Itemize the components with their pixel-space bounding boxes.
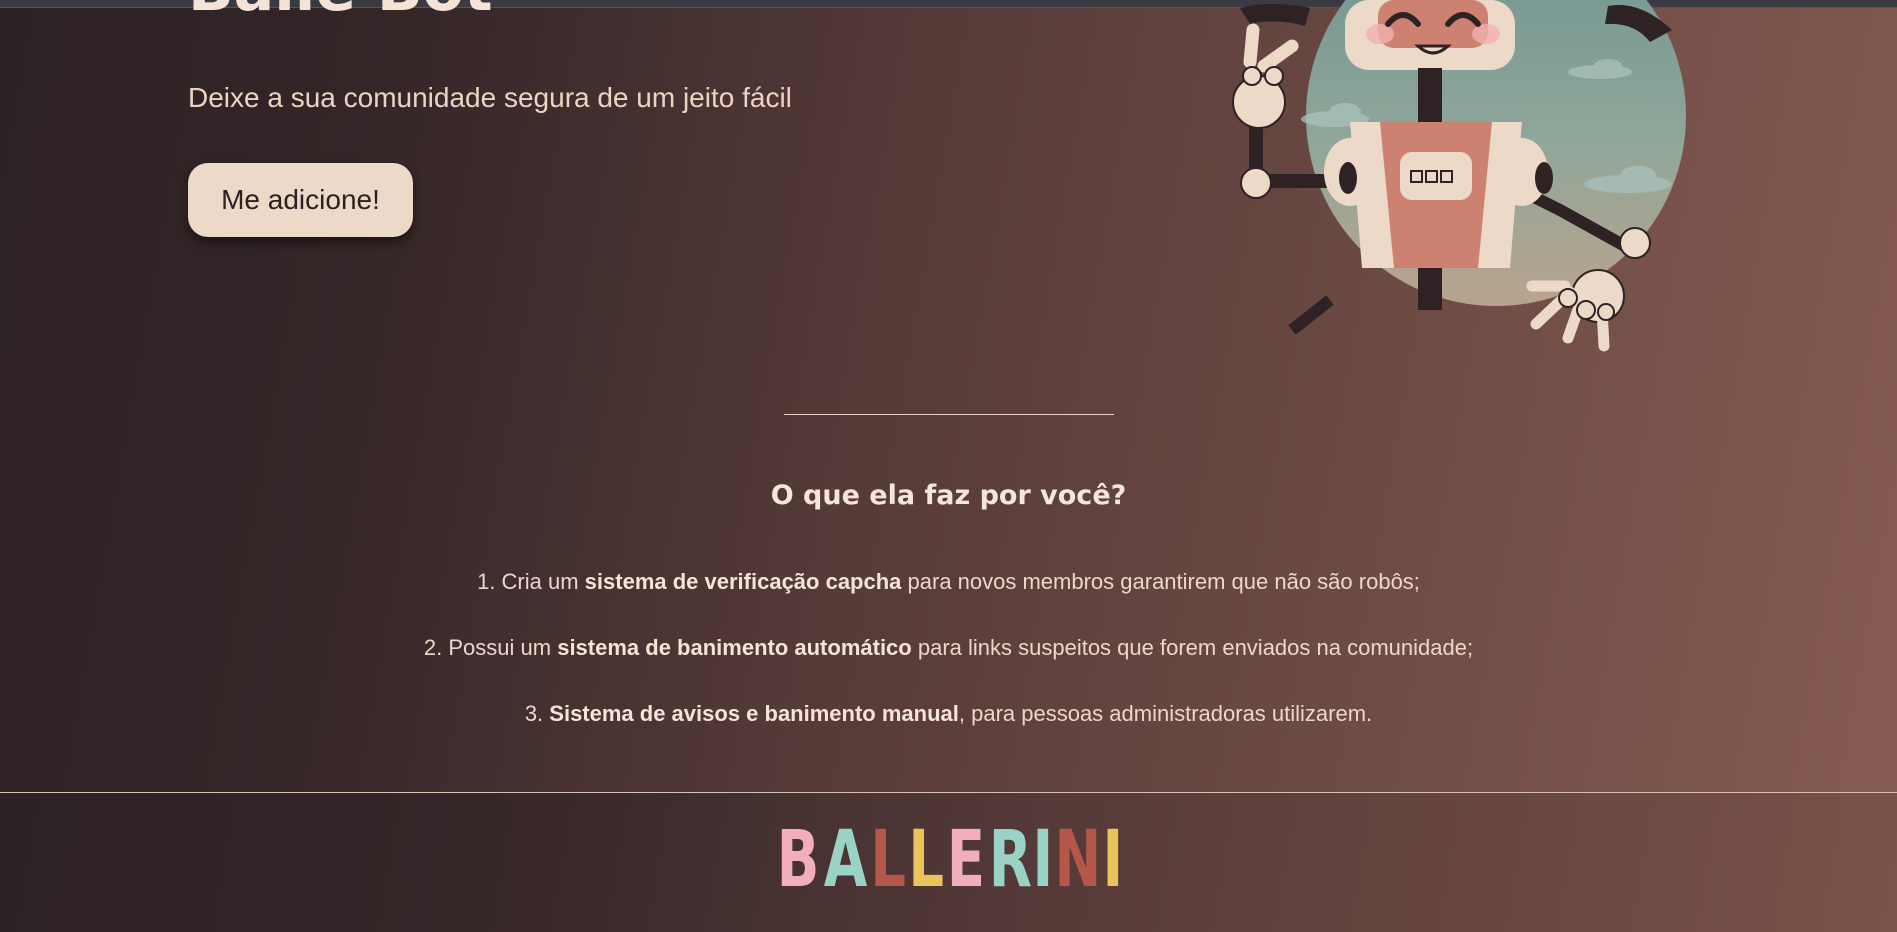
hero-subtitle: Deixe a sua comunidade segura de um jeit… <box>188 82 792 113</box>
ballerini-logo: BALLERINI <box>776 815 1126 905</box>
robot-illustration <box>1232 0 1686 352</box>
features-title: O que ela faz por você? <box>770 480 1127 511</box>
feature-item-2: 2. Possui um sistema de banimento automá… <box>423 635 1474 660</box>
robot-face <box>1378 0 1488 48</box>
footer: BALLERINI <box>0 792 1897 932</box>
hand-left-peace <box>1232 23 1299 129</box>
add-bot-button[interactable]: Me adicione! <box>188 163 413 237</box>
feature-highlight: sistema de banimento automático <box>557 635 912 660</box>
feature-item-1: 1. Cria um sistema de verificação capcha… <box>477 569 1420 594</box>
hero-title: Ballé Bot <box>188 0 493 20</box>
feature-highlight: sistema de verificação capcha <box>584 569 902 594</box>
footer-divider <box>0 792 1897 793</box>
feature-highlight: Sistema de avisos e banimento manual <box>549 701 959 726</box>
hand-right-open <box>1526 269 1625 352</box>
hair-left <box>1240 4 1310 26</box>
robot-neck <box>1418 68 1442 122</box>
section-divider <box>784 414 1114 415</box>
feature-item-3: 3. Sistema de avisos e banimento manual,… <box>524 701 1373 726</box>
